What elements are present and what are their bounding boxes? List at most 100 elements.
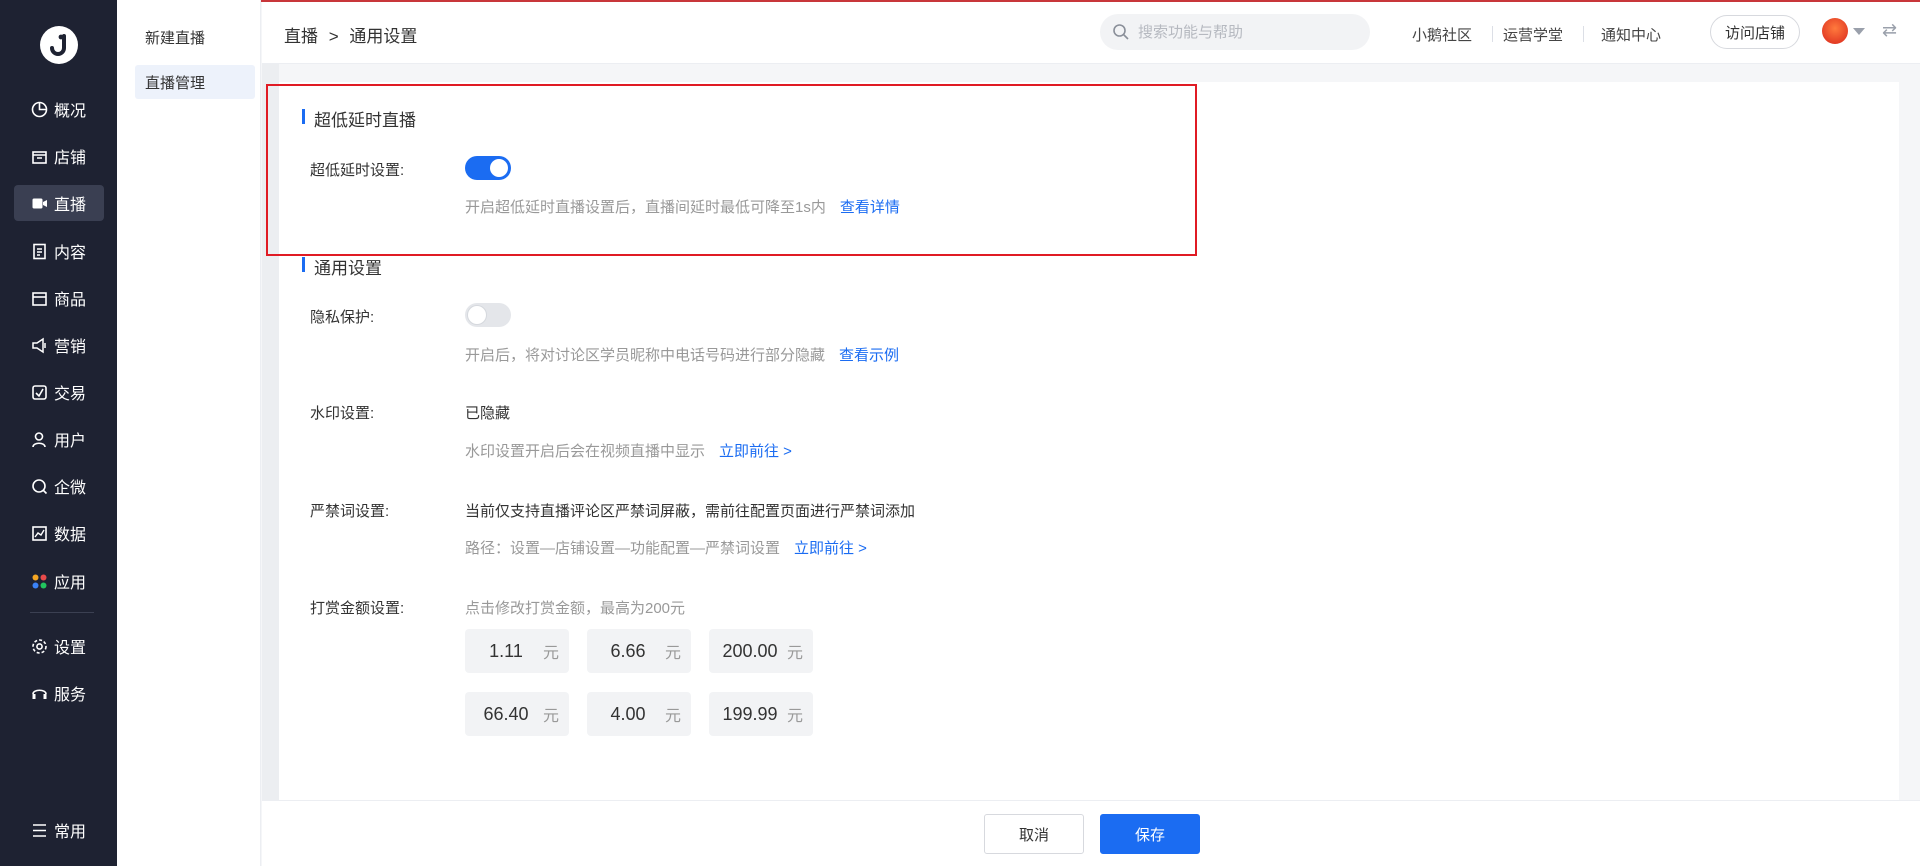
reward-amount-field[interactable]: 6.66 元 bbox=[587, 629, 691, 673]
privacy-hint-text: 开启后，将对讨论区学员昵称中电话号码进行部分隐藏 bbox=[465, 347, 826, 364]
reward-amount-field[interactable]: 1.11 元 bbox=[465, 629, 569, 673]
banned-words-label: 严禁词设置: bbox=[310, 503, 390, 520]
nav-item-label: 常用 bbox=[54, 824, 87, 841]
reward-amount-value: 199.99 bbox=[722, 703, 778, 724]
nav-item-label: 直播 bbox=[54, 197, 87, 214]
header-link-academy[interactable]: 运营学堂 bbox=[1503, 24, 1563, 45]
visit-store-label: 访问店铺 bbox=[1724, 24, 1785, 42]
avatar[interactable] bbox=[1822, 18, 1848, 44]
nav-item-label: 内容 bbox=[54, 245, 87, 262]
switch-icon[interactable]: ⇄ bbox=[1882, 20, 1897, 41]
main-nav: 概况 店铺 直播 内容 商品 营销 交易 用户 企微 数据 应用 设置 服务 常… bbox=[0, 0, 117, 866]
header-divider bbox=[1492, 26, 1493, 42]
search-icon bbox=[1113, 24, 1129, 40]
save-label: 保存 bbox=[1134, 826, 1165, 844]
privacy-label: 隐私保护: bbox=[310, 309, 375, 326]
overview-icon bbox=[30, 100, 48, 118]
nav-item-label: 数据 bbox=[54, 527, 87, 544]
section-title-general: 通用设置 bbox=[302, 254, 382, 279]
nav-item-label: 交易 bbox=[54, 386, 87, 403]
chevron-down-icon[interactable] bbox=[1853, 28, 1865, 35]
nav-item-service[interactable]: 服务 bbox=[14, 675, 104, 711]
sub-item-live-manage[interactable]: 直播管理 bbox=[135, 65, 255, 99]
banned-words-hint-text: 路径：设置—店铺设置—功能配置—严禁词设置 bbox=[465, 540, 781, 557]
nav-item-content[interactable]: 内容 bbox=[14, 233, 104, 269]
nav-item-goods[interactable]: 商品 bbox=[14, 280, 104, 316]
nav-divider bbox=[30, 612, 94, 613]
header-link-community[interactable]: 小鹅社区 bbox=[1412, 24, 1472, 45]
nav-item-trade[interactable]: 交易 bbox=[14, 374, 104, 410]
currency-unit: 元 bbox=[542, 708, 559, 725]
trade-icon bbox=[30, 383, 48, 401]
marketing-icon bbox=[30, 336, 48, 354]
sub-item-new-live[interactable]: 新建直播 bbox=[135, 20, 255, 54]
nav-item-label: 概况 bbox=[54, 103, 87, 120]
watermark-go-link[interactable]: 立即前往 > bbox=[719, 443, 792, 460]
goods-icon bbox=[30, 289, 48, 307]
top-header: 直播 > 通用设置 小鹅社区 运营学堂 通知中心 访问店铺 ⇄ bbox=[262, 2, 1920, 64]
app-logo[interactable] bbox=[40, 26, 78, 64]
reward-amount-field[interactable]: 66.40 元 bbox=[465, 692, 569, 736]
visit-store-button[interactable]: 访问店铺 bbox=[1710, 15, 1800, 49]
wecom-icon bbox=[30, 477, 48, 495]
nav-item-overview[interactable]: 概况 bbox=[14, 91, 104, 127]
save-button[interactable]: 保存 bbox=[1100, 814, 1200, 854]
watermark-hint-text: 水印设置开启后会在视频直播中显示 bbox=[465, 443, 706, 460]
header-link-notifications[interactable]: 通知中心 bbox=[1601, 24, 1661, 45]
highlight-box bbox=[266, 84, 1197, 256]
user-icon bbox=[30, 430, 48, 448]
nav-item-settings[interactable]: 设置 bbox=[14, 628, 104, 664]
nav-item-wecom[interactable]: 企微 bbox=[14, 468, 104, 504]
nav-item-marketing[interactable]: 营销 bbox=[14, 327, 104, 363]
footer-bar: 取消 保存 bbox=[262, 800, 1920, 866]
nav-item-label: 营销 bbox=[54, 339, 87, 356]
nav-item-store[interactable]: 店铺 bbox=[14, 138, 104, 174]
breadcrumb-separator: > bbox=[328, 27, 339, 46]
header-divider bbox=[1583, 26, 1584, 42]
reward-amount-value: 6.66 bbox=[610, 640, 646, 661]
reward-amount-field[interactable]: 200.00 元 bbox=[709, 629, 813, 673]
settings-icon bbox=[30, 637, 48, 655]
nav-item-label: 企微 bbox=[54, 480, 87, 497]
privacy-toggle[interactable] bbox=[465, 303, 511, 327]
nav-item-common[interactable]: 常用 bbox=[14, 812, 104, 848]
sub-nav: 新建直播 直播管理 bbox=[117, 0, 261, 866]
reward-amount-value: 66.40 bbox=[483, 703, 529, 724]
view-example-link[interactable]: 查看示例 bbox=[839, 347, 899, 364]
currency-unit: 元 bbox=[664, 708, 681, 725]
search-input[interactable] bbox=[1138, 23, 1358, 41]
nav-item-label: 用户 bbox=[54, 433, 87, 450]
banned-words-value: 当前仅支持直播评论区严禁词屏蔽，需前往配置页面进行严禁词添加 bbox=[465, 503, 916, 520]
sub-item-label: 直播管理 bbox=[145, 74, 206, 92]
currency-unit: 元 bbox=[786, 708, 803, 725]
content-icon bbox=[30, 242, 48, 260]
cancel-button[interactable]: 取消 bbox=[984, 814, 1084, 854]
nav-item-data[interactable]: 数据 bbox=[14, 515, 104, 551]
nav-item-label: 商品 bbox=[54, 292, 87, 309]
nav-item-user[interactable]: 用户 bbox=[14, 421, 104, 457]
apps-icon bbox=[30, 572, 48, 590]
reward-hint: 点击修改打赏金额，最高为200元 bbox=[465, 600, 686, 617]
reward-amount-field[interactable]: 4.00 元 bbox=[587, 692, 691, 736]
watermark-value: 已隐藏 bbox=[465, 405, 511, 422]
nav-item-live[interactable]: 直播 bbox=[14, 185, 104, 221]
breadcrumb-item-current: 通用设置 bbox=[349, 27, 418, 46]
breadcrumb: 直播 > 通用设置 bbox=[284, 22, 417, 47]
nav-item-label: 应用 bbox=[54, 575, 87, 592]
common-icon bbox=[30, 821, 48, 839]
nav-item-apps[interactable]: 应用 bbox=[14, 563, 104, 599]
reward-amount-value: 200.00 bbox=[722, 640, 778, 661]
reward-amount-value: 4.00 bbox=[610, 703, 646, 724]
breadcrumb-item-live[interactable]: 直播 bbox=[284, 27, 318, 46]
service-icon bbox=[30, 684, 48, 702]
search-box[interactable] bbox=[1100, 14, 1370, 50]
store-icon bbox=[30, 147, 48, 165]
live-icon bbox=[30, 194, 48, 212]
banned-words-hint: 路径：设置—店铺设置—功能配置—严禁词设置 立即前往 > bbox=[465, 537, 867, 558]
banned-words-go-link[interactable]: 立即前往 > bbox=[794, 540, 867, 557]
reward-amount-value: 1.11 bbox=[489, 640, 523, 661]
watermark-hint: 水印设置开启后会在视频直播中显示 立即前往 > bbox=[465, 440, 792, 461]
reward-amount-field[interactable]: 199.99 元 bbox=[709, 692, 813, 736]
currency-unit: 元 bbox=[786, 645, 803, 662]
currency-unit: 元 bbox=[664, 645, 681, 662]
